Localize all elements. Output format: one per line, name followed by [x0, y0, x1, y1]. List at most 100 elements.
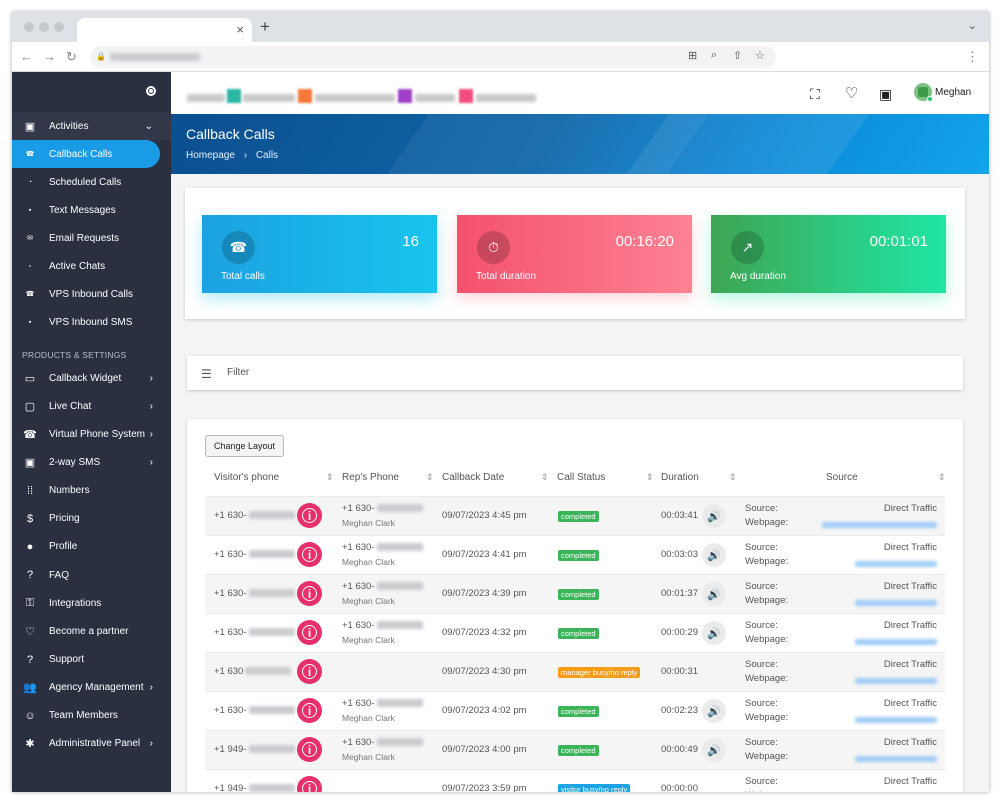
sort-icon[interactable]: ⇕: [729, 472, 737, 483]
tab-search-icon[interactable]: ⌄: [968, 19, 977, 32]
faq-icon: ?: [26, 569, 34, 582]
rep-phone-prefix: +1 630-: [342, 503, 375, 514]
translate-icon[interactable]: ⊞: [688, 49, 697, 62]
reload-icon[interactable]: ↻: [66, 49, 77, 65]
column-header-callback-date[interactable]: Callback Date: [442, 472, 504, 483]
info-icon[interactable]: i: [297, 503, 322, 528]
webpage-link-redacted[interactable]: [855, 600, 937, 606]
webpage-link-redacted[interactable]: [855, 639, 937, 645]
info-icon[interactable]: i: [297, 542, 322, 567]
change-layout-button[interactable]: Change Layout: [205, 435, 285, 457]
top-header: ⛶ ♡ ▣ Meghan: [171, 72, 989, 114]
heart-icon[interactable]: ♡: [845, 84, 858, 102]
info-icon[interactable]: i: [297, 776, 322, 792]
breadcrumb-home[interactable]: Homepage: [186, 150, 235, 161]
sidebar-item-email-requests[interactable]: ✉ Email Requests: [12, 224, 171, 252]
speaker-icon[interactable]: 🔊: [702, 621, 726, 645]
webpage-label: Webpage:: [745, 595, 789, 606]
sidebar-item-support[interactable]: ? Support: [12, 646, 171, 674]
vps-inbound-sms-icon: ▪: [28, 318, 32, 326]
info-icon[interactable]: i: [297, 581, 322, 606]
radio-target-icon[interactable]: [146, 86, 156, 96]
sidebar-item-vps-inbound-sms[interactable]: ▪ VPS Inbound SMS: [12, 308, 171, 336]
source-value: Direct Traffic: [883, 620, 937, 631]
bookmark-star-icon[interactable]: ☆: [755, 49, 765, 62]
sort-icon[interactable]: ⇕: [541, 472, 549, 483]
sidebar-item-live-chat[interactable]: ▢ Live Chat ›: [12, 392, 171, 420]
rep-phone-prefix: +1 630-: [342, 581, 375, 592]
column-header-reps-phone[interactable]: Rep's Phone: [342, 472, 399, 483]
speaker-icon[interactable]: 🔊: [702, 738, 726, 762]
info-icon[interactable]: i: [297, 659, 322, 684]
sidebar-item-administrative-panel[interactable]: ✱ Administrative Panel ›: [12, 730, 171, 758]
window-minimize-dot[interactable]: [39, 22, 49, 32]
info-icon[interactable]: i: [297, 620, 322, 645]
sidebar-item-team-members[interactable]: ☺ Team Members: [12, 702, 171, 730]
sidebar-item-callback-calls[interactable]: ☎ Callback Calls: [12, 140, 160, 168]
profile-icon: ●: [26, 540, 34, 553]
sidebar-item-faq[interactable]: ? FAQ: [12, 561, 171, 589]
sidebar-item-become-a-partner[interactable]: ♡ Become a partner: [12, 617, 171, 645]
filter-icon[interactable]: ☰: [201, 367, 212, 381]
sidebar-item-activities[interactable]: ▣ Activities ⌄: [12, 112, 171, 140]
webpage-link-redacted[interactable]: [855, 717, 937, 723]
source-label: Source:: [745, 620, 778, 631]
lock-icon[interactable]: 🔒: [96, 52, 106, 61]
filter-bar[interactable]: ☰ Filter: [187, 356, 963, 390]
sidebar-item-label: Email Requests: [49, 232, 120, 244]
info-icon[interactable]: i: [297, 737, 322, 762]
tab-close-icon[interactable]: ×: [236, 22, 244, 37]
sidebar-item-virtual-phone-system[interactable]: ☎ Virtual Phone System ›: [12, 420, 171, 448]
sidebar-item-scheduled-calls[interactable]: ◔ Scheduled Calls: [12, 168, 171, 196]
sort-icon[interactable]: ⇕: [326, 472, 334, 483]
user-name[interactable]: Meghan: [935, 87, 971, 98]
sidebar-item-vps-inbound-calls[interactable]: ☎ VPS Inbound Calls: [12, 280, 171, 308]
browser-tab[interactable]: ×: [77, 18, 252, 42]
address-bar[interactable]: 🔒 ⊞ ⌕ ⇧ ☆: [90, 46, 776, 68]
column-header-visitors-phone[interactable]: Visitor's phone: [214, 472, 279, 483]
sidebar-item-pricing[interactable]: $ Pricing: [12, 505, 171, 533]
filter-label[interactable]: Filter: [227, 367, 249, 378]
webpage-link-redacted[interactable]: [855, 561, 937, 567]
sort-icon[interactable]: ⇕: [426, 472, 434, 483]
column-header-source[interactable]: Source: [826, 472, 858, 483]
browser-menu-icon[interactable]: ⋮: [966, 49, 979, 65]
webpage-link-redacted[interactable]: [855, 756, 937, 762]
zoom-icon[interactable]: ⌕: [711, 49, 717, 62]
sidebar-item-numbers[interactable]: ⁞⁞ Numbers: [12, 477, 171, 505]
window-close-dot[interactable]: [24, 22, 34, 32]
rep-name: Meghan Clark: [342, 557, 395, 567]
sidebar-item-profile[interactable]: ● Profile: [12, 533, 171, 561]
redacted-digits: [248, 784, 295, 792]
call-duration: 00:00:29: [661, 627, 698, 638]
pricing-icon: $: [26, 512, 34, 525]
status-badge: completed: [558, 550, 599, 561]
speaker-icon[interactable]: 🔊: [702, 504, 726, 528]
column-header-duration[interactable]: Duration: [661, 472, 699, 483]
sort-icon[interactable]: ⇕: [938, 472, 946, 483]
column-header-call-status[interactable]: Call Status: [557, 472, 605, 483]
back-icon[interactable]: ←: [20, 49, 33, 64]
window-zoom-dot[interactable]: [54, 22, 64, 32]
sidebar-item-callback-widget[interactable]: ▭ Callback Widget ›: [12, 364, 171, 392]
speaker-icon[interactable]: 🔊: [702, 543, 726, 567]
forward-icon[interactable]: →: [43, 49, 56, 64]
fullscreen-icon[interactable]: ⛶: [810, 86, 820, 103]
new-tab-icon[interactable]: +: [260, 17, 270, 37]
sidebar-item-active-chats[interactable]: ▫ Active Chats: [12, 252, 171, 280]
callback-date: 09/07/2023 3:59 pm: [442, 783, 527, 792]
share-icon[interactable]: ⇧: [733, 49, 742, 62]
webpage-link-redacted[interactable]: [855, 678, 937, 684]
wallet-icon[interactable]: ▣: [879, 86, 892, 103]
table-row: +1 949- i +1 630- Meghan Clark 09/07/2023 4:…: [205, 730, 945, 769]
sidebar-item-integrations[interactable]: ⚿ Integrations: [12, 589, 171, 617]
sidebar-item-text-messages[interactable]: ▪ Text Messages: [12, 196, 171, 224]
sidebar-item-2-way-sms[interactable]: ▣ 2-way SMS ›: [12, 448, 171, 476]
speaker-icon[interactable]: 🔊: [702, 582, 726, 606]
webpage-link-redacted[interactable]: [822, 522, 937, 528]
sidebar-item-label: Support: [49, 654, 85, 665]
sort-icon[interactable]: ⇕: [646, 472, 654, 483]
info-icon[interactable]: i: [297, 698, 322, 723]
speaker-icon[interactable]: 🔊: [702, 699, 726, 723]
sidebar-item-agency-management[interactable]: 👥 Agency Management ›: [12, 674, 171, 702]
